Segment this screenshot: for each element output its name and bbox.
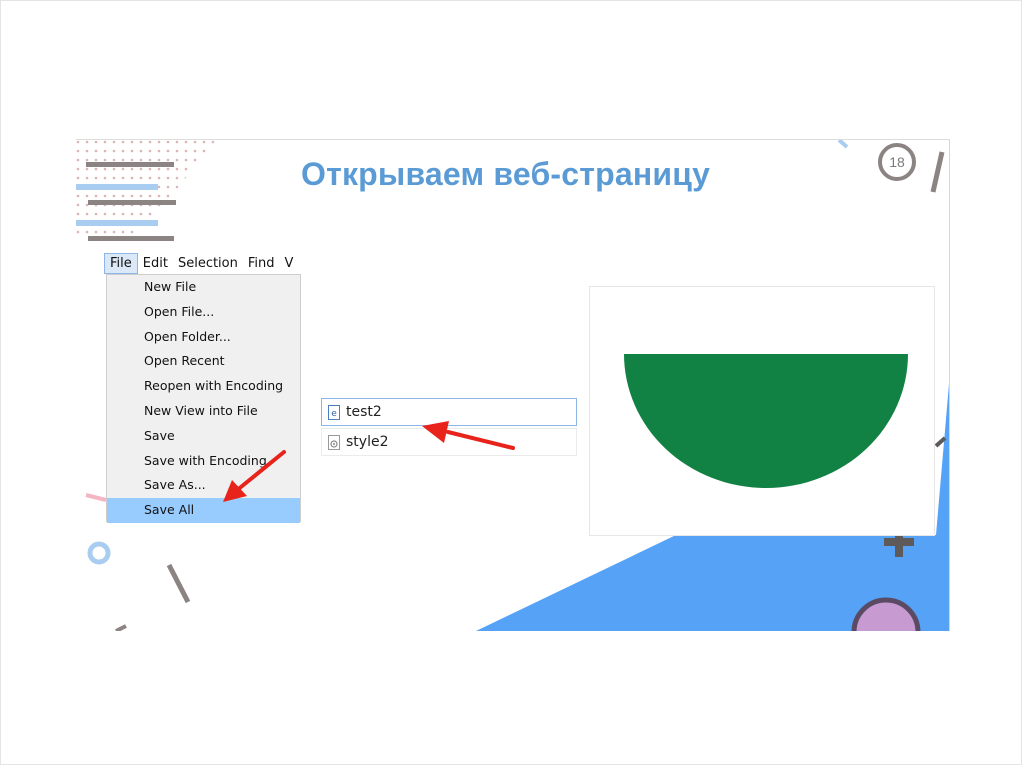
slide: Открываем веб-страницу 18 File Edit Sele…: [76, 139, 950, 631]
page-preview: [589, 286, 935, 536]
arrow-to-save-all: [223, 450, 286, 502]
arrow-to-test2: [422, 421, 515, 450]
half-circle-shape: [624, 354, 908, 488]
slide-frame: Открываем веб-страницу 18 File Edit Sele…: [0, 0, 1022, 765]
